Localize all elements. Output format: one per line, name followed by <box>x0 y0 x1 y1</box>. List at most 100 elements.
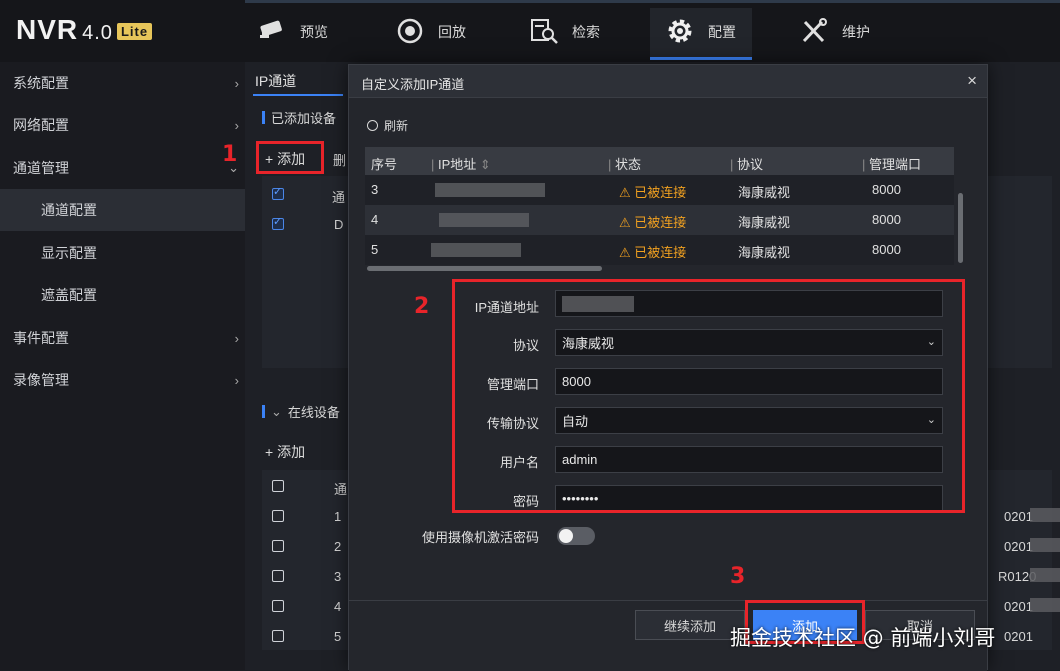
status-text: 已被连接 <box>634 185 687 200</box>
row-checkbox[interactable] <box>272 215 284 230</box>
table-header: 序号 | IP地址 ⇕ | 状态 | 协议 | 管理端口 <box>365 147 954 175</box>
sidebar-item-label: 通道配置 <box>41 202 97 218</box>
annotation-number: 1 <box>222 142 238 167</box>
status-cell: ⚠ 已被连接 <box>619 245 687 260</box>
gear-icon <box>666 18 696 47</box>
watermark: 掘金技术社区 @ 前端小刘哥 <box>730 626 996 650</box>
continue-add-button[interactable]: 继续添加 <box>635 610 745 640</box>
table-row[interactable]: 3 ⚠ 已被连接 海康威视 8000 <box>365 175 954 205</box>
table-cell: D <box>334 217 344 232</box>
section-bar <box>262 405 265 418</box>
camera-icon <box>258 18 288 47</box>
protocol-cell: 海康威视 <box>738 185 791 200</box>
sidebar-item-channel-management[interactable]: 通道管理 ⌄ <box>0 147 245 189</box>
added-devices-section: 已添加设备 <box>262 108 336 127</box>
sidebar-item-system-config[interactable]: 系统配置 › <box>0 62 245 104</box>
row-checkbox[interactable] <box>272 185 284 200</box>
row-checkbox[interactable] <box>272 540 284 552</box>
chevron-right-icon: › <box>234 372 239 388</box>
top-bar: NVR 4.0 Lite 预览 回放 检索 配置 维护 <box>0 0 1060 62</box>
blurred-text <box>1030 508 1060 522</box>
device-serial: 0201 <box>1004 539 1033 554</box>
online-add-button[interactable]: + 添加 <box>265 442 305 462</box>
blurred-ip <box>431 243 521 257</box>
column-header: IP地址 <box>438 157 477 172</box>
close-icon[interactable]: × <box>967 71 977 91</box>
chevron-right-icon: › <box>234 75 239 91</box>
chevron-down-icon[interactable]: ⌄ <box>271 404 282 420</box>
refresh-button[interactable]: 刷新 <box>367 117 408 134</box>
port-cell: 8000 <box>872 212 901 227</box>
annotation-box <box>452 279 965 513</box>
sidebar-item-event-config[interactable]: 事件配置 › <box>0 317 245 359</box>
row-checkbox[interactable] <box>272 510 284 522</box>
status-cell: ⚠ 已被连接 <box>619 185 687 200</box>
tab-ip-channel[interactable]: IP通道 <box>255 71 296 91</box>
port-cell: 8000 <box>872 182 901 197</box>
status-cell: ⚠ 已被连接 <box>619 215 687 230</box>
nav-config-label: 配置 <box>708 24 736 40</box>
blurred-text <box>1030 568 1060 582</box>
column-header: 序号 <box>371 157 398 172</box>
sidebar-item-channel-config[interactable]: 通道配置 <box>0 189 245 231</box>
column-header-ip[interactable]: | IP地址 ⇕ <box>431 154 491 173</box>
row-number: 2 <box>334 539 342 554</box>
column-header: 状态 <box>615 157 642 172</box>
port-cell: 8000 <box>872 242 901 257</box>
row-number: 3 <box>371 182 379 197</box>
row-number: 5 <box>334 629 342 644</box>
row-checkbox[interactable] <box>272 570 284 582</box>
nav-maintenance[interactable]: 维护 <box>800 12 870 62</box>
sidebar-item-network-config[interactable]: 网络配置 › <box>0 104 245 146</box>
camera-activation-label: 使用摄像机激活密码 <box>421 530 539 545</box>
nav-playback-label: 回放 <box>438 24 466 40</box>
sidebar: 系统配置 › 网络配置 › 通道管理 ⌄ 通道配置 显示配置 遮盖配置 事件配置… <box>0 62 245 670</box>
annotation-box <box>256 141 324 174</box>
search-file-icon <box>530 18 560 47</box>
delete-button[interactable]: 删 <box>333 150 346 169</box>
row-checkbox[interactable] <box>272 630 284 642</box>
chevron-right-icon: › <box>234 117 239 133</box>
column-header: 管理端口 <box>869 157 922 172</box>
playback-icon <box>396 18 426 47</box>
refresh-label: 刷新 <box>384 119 409 133</box>
dialog-title: 自定义添加IP通道 <box>361 77 465 92</box>
row-checkbox[interactable] <box>272 600 284 612</box>
sidebar-item-label: 网络配置 <box>13 117 69 133</box>
sidebar-item-label: 通道管理 <box>13 160 69 176</box>
nav-config[interactable]: 配置 <box>650 8 752 60</box>
section-title: 已添加设备 <box>271 111 337 126</box>
sidebar-item-recording-management[interactable]: 录像管理 › <box>0 359 245 401</box>
nav-preview[interactable]: 预览 <box>258 12 328 62</box>
sidebar-item-label: 显示配置 <box>41 245 97 261</box>
column-header-protocol: | 协议 <box>730 157 764 172</box>
row-number: 4 <box>371 212 379 227</box>
blurred-ip <box>439 213 529 227</box>
select-all-checkbox[interactable] <box>272 480 284 492</box>
horizontal-scrollbar[interactable] <box>367 266 602 271</box>
table-row[interactable]: 4 ⚠ 已被连接 海康威视 8000 <box>365 205 954 235</box>
row-number: 5 <box>371 242 379 257</box>
table-row[interactable]: 5 ⚠ 已被连接 海康威视 8000 <box>365 235 954 265</box>
nav-search-label: 检索 <box>572 24 600 40</box>
sidebar-item-label: 系统配置 <box>13 75 69 91</box>
blurred-text <box>1030 598 1060 612</box>
app-logo: NVR 4.0 Lite <box>16 14 153 46</box>
camera-activation-toggle[interactable] <box>557 527 595 545</box>
vertical-scrollbar[interactable] <box>958 193 963 263</box>
annotation-number: 2 <box>414 294 430 319</box>
device-serial: 0201 <box>1004 599 1033 614</box>
status-text: 已被连接 <box>634 245 687 260</box>
top-accent-line <box>245 0 1060 3</box>
sidebar-item-label: 遮盖配置 <box>41 287 97 303</box>
row-number: 3 <box>334 569 342 584</box>
sidebar-item-mask-config[interactable]: 遮盖配置 <box>0 274 245 316</box>
sidebar-item-display-config[interactable]: 显示配置 <box>0 232 245 274</box>
nav-playback[interactable]: 回放 <box>396 12 466 62</box>
dialog-header: 自定义添加IP通道 × <box>349 65 987 98</box>
table-cell: 通 <box>332 190 346 205</box>
device-serial: 0201 <box>1004 509 1033 524</box>
nav-search[interactable]: 检索 <box>530 12 600 62</box>
device-list-table: 序号 | IP地址 ⇕ | 状态 | 协议 | 管理端口 3 ⚠ 已被连接 海康… <box>365 147 954 265</box>
protocol-cell: 海康威视 <box>738 215 791 230</box>
